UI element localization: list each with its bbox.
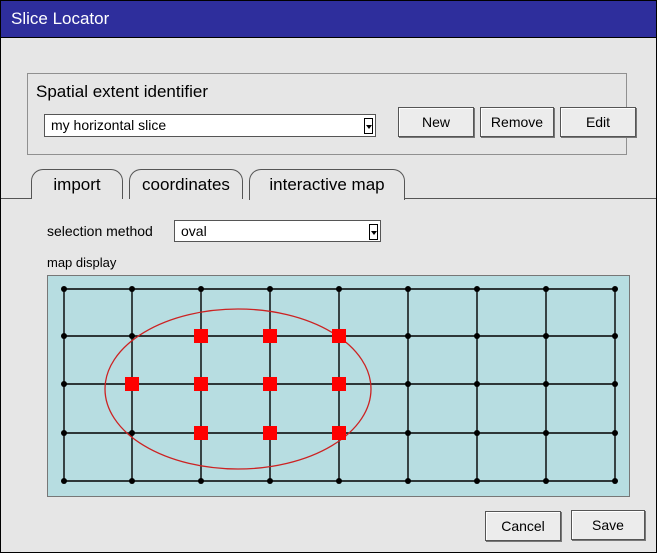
grid-node [198,478,204,484]
cancel-button[interactable]: Cancel [485,511,561,541]
grid-node [336,478,342,484]
selected-point [263,426,277,440]
slice-locator-window: Slice Locator Spatial extent identifier … [0,0,657,553]
selected-point [125,377,139,391]
grid-node [543,381,549,387]
grid-node [474,430,480,436]
grid-node [612,333,618,339]
grid-node [543,333,549,339]
tab-bar: import coordinates interactive map [1,161,656,201]
grid-node [198,286,204,292]
grid-node [612,381,618,387]
chevron-down-icon[interactable] [364,118,373,134]
grid-node [543,286,549,292]
selected-point [263,329,277,343]
title-bar[interactable]: Slice Locator [1,1,656,38]
selected-point [332,426,346,440]
grid-node [543,478,549,484]
map-display[interactable] [47,275,630,497]
grid-node [405,286,411,292]
grid-node [61,381,67,387]
selected-point [194,377,208,391]
edit-button[interactable]: Edit [560,107,636,137]
tab-divider [1,198,31,199]
grid-node [129,333,135,339]
selected-point [194,329,208,343]
grid-node [612,478,618,484]
grid-node [336,286,342,292]
grid-node [612,286,618,292]
grid-node [474,333,480,339]
grid-node [61,333,67,339]
grid-node [612,430,618,436]
save-button[interactable]: Save [571,510,645,540]
selected-point [194,426,208,440]
spatial-extent-value: my horizontal slice [51,117,167,133]
new-button[interactable]: New [398,107,474,137]
grid-node [267,286,273,292]
spatial-extent-label: Spatial extent identifier [36,82,208,101]
grid-node [474,381,480,387]
tab-import[interactable]: import [31,169,123,199]
grid-node [474,286,480,292]
grid-node [61,430,67,436]
grid-node [267,478,273,484]
selected-point [332,329,346,343]
selected-point [332,377,346,391]
selection-method-label: selection method [47,223,153,239]
selected-point [263,377,277,391]
grid-node [405,478,411,484]
grid-node [129,478,135,484]
spatial-extent-select[interactable]: my horizontal slice [44,114,376,137]
map-display-label: map display [47,255,117,270]
tab-divider [405,198,656,199]
grid-node [61,286,67,292]
selection-oval [104,308,372,470]
grid-node [129,286,135,292]
spatial-extent-group: Spatial extent identifier my horizontal … [27,73,636,155]
grid-node [543,430,549,436]
grid-node [405,381,411,387]
selection-method-select[interactable]: oval [174,220,381,242]
tab-interactive-map[interactable]: interactive map [249,169,405,200]
tab-coordinates[interactable]: coordinates [129,169,243,199]
grid-node [405,333,411,339]
grid-node [405,430,411,436]
grid-node [61,478,67,484]
remove-button[interactable]: Remove [480,107,554,137]
window-title: Slice Locator [11,9,110,28]
map-canvas[interactable] [48,276,629,496]
grid-node [474,478,480,484]
chevron-down-icon[interactable] [369,224,378,240]
selection-method-value: oval [181,223,207,239]
